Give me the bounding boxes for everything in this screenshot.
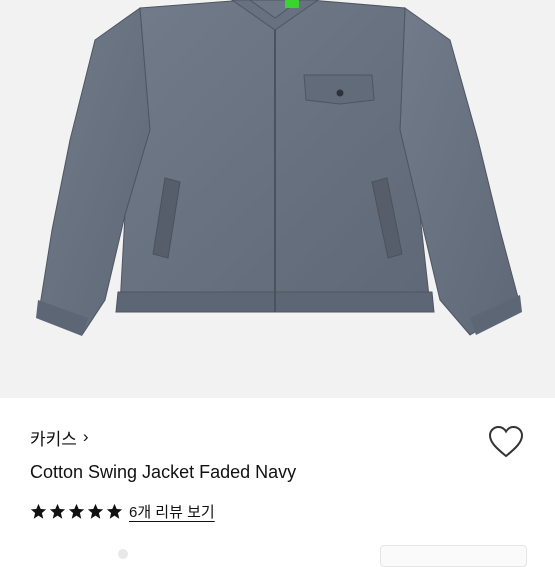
brand-name: 카키스: [30, 429, 77, 449]
product-info: 카키스 › Cotton Swing Jacket Faded Navy 6개 …: [0, 398, 555, 555]
brand-link[interactable]: 카키스 ›: [30, 426, 89, 449]
star-icon: [30, 503, 47, 519]
star-icon: [68, 503, 85, 519]
star-icon: [49, 503, 66, 519]
star-icon: [106, 503, 123, 519]
reviews-link[interactable]: 6개 리뷰 보기: [129, 501, 215, 522]
star-rating: [30, 503, 123, 520]
partial-button[interactable]: [380, 545, 527, 567]
jacket-illustration: [36, 0, 522, 336]
heart-icon[interactable]: [488, 425, 524, 459]
star-icon: [87, 503, 104, 519]
chevron-right-icon: ›: [82, 427, 89, 446]
rating-row: 6개 리뷰 보기: [30, 501, 215, 522]
product-image[interactable]: [0, 0, 555, 398]
product-title: Cotton Swing Jacket Faded Navy: [30, 462, 297, 482]
partial-element: [118, 549, 128, 559]
